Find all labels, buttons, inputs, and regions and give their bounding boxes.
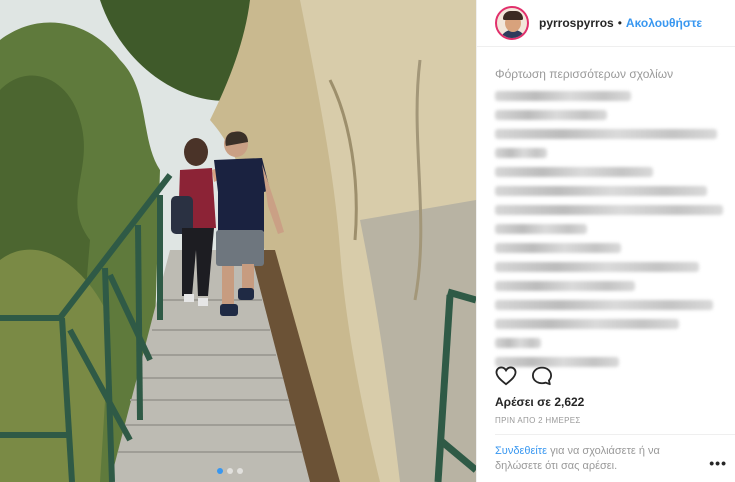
post-timestamp: ΠΡΙΝ ΑΠΟ 2 ΗΜΕΡΕΣ — [495, 416, 581, 425]
likes-count[interactable]: Αρέσει σε 2,622 — [495, 395, 584, 409]
blurred-comment — [495, 110, 607, 120]
blurred-comment — [495, 148, 547, 158]
blurred-comment — [495, 129, 717, 139]
avatar[interactable] — [495, 6, 529, 40]
blurred-comment — [495, 262, 699, 272]
blurred-comment — [495, 167, 653, 177]
post-side-panel: pyrrospyrros • Ακολουθήστε Φόρτωση περισ… — [476, 0, 735, 482]
header-separator: • — [617, 16, 622, 30]
post-photo[interactable] — [0, 0, 476, 482]
carousel-dot[interactable] — [227, 468, 233, 474]
username-link[interactable]: pyrrospyrros — [539, 16, 614, 30]
blurred-comment — [495, 338, 541, 348]
load-more-comments[interactable]: Φόρτωση περισσότερων σχολίων — [495, 67, 717, 81]
blurred-comment — [495, 243, 621, 253]
avatar-hair — [503, 11, 523, 20]
login-link[interactable]: Συνδεθείτε — [495, 445, 547, 457]
carousel-dot[interactable] — [237, 468, 243, 474]
carousel-dot-active[interactable] — [217, 468, 223, 474]
more-options-icon[interactable]: ••• — [709, 455, 727, 471]
heart-outline-icon[interactable] — [495, 366, 517, 391]
blurred-comment — [495, 281, 635, 291]
follow-button[interactable]: Ακολουθήστε — [626, 16, 702, 30]
photo-illustration — [0, 0, 476, 482]
action-bar — [495, 366, 553, 391]
comments-section: Φόρτωση περισσότερων σχολίων — [477, 47, 735, 367]
carousel-indicator[interactable] — [217, 468, 243, 474]
divider — [495, 434, 735, 435]
blurred-comment — [495, 319, 679, 329]
instagram-post: pyrrospyrros • Ακολουθήστε Φόρτωση περισ… — [0, 0, 735, 482]
login-prompt: Συνδεθείτε για να σχολιάσετε ή να δηλώσε… — [495, 444, 700, 474]
blurred-comment — [495, 224, 587, 234]
blurred-comment — [495, 186, 707, 196]
comment-bubble-icon[interactable] — [531, 366, 553, 391]
blurred-comment — [495, 205, 723, 215]
blurred-comment — [495, 300, 713, 310]
blurred-comment — [495, 91, 631, 101]
post-header: pyrrospyrros • Ακολουθήστε — [477, 0, 735, 47]
